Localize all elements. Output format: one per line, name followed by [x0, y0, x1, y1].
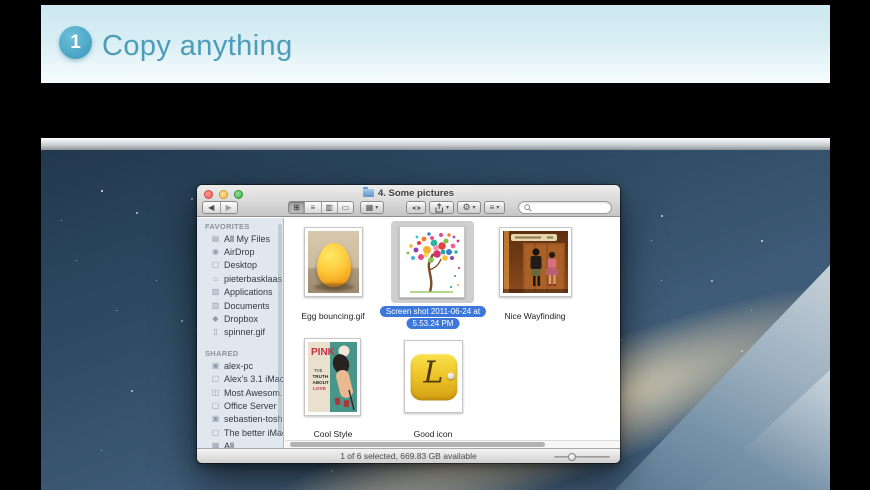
gear-icon: ⚙	[462, 202, 471, 212]
labels-button[interactable]: ≡ ▾	[484, 201, 505, 214]
thumbnail-screenshot	[399, 226, 465, 298]
eye-icon	[411, 205, 421, 210]
sidebar-item-most-awesom[interactable]: ◫ Most Awesom...	[197, 386, 283, 399]
icon-view-button[interactable]: ⊞	[289, 202, 306, 213]
home-icon: ⌂	[213, 273, 218, 283]
server-icon: ▢	[211, 400, 220, 410]
column-view-button[interactable]: ▥	[322, 202, 338, 213]
slide-content: 1 Copy anything 4. Some pictures ◀ ▶ ⊞ ≡…	[41, 0, 830, 490]
sidebar-item-applications[interactable]: ▧ Applications	[197, 286, 283, 299]
file-name: Nice Wayfinding	[504, 311, 566, 321]
sidebar-item-alexs-imac[interactable]: ▢ Alex's 3.1 iMac	[197, 373, 283, 386]
timecapsule-icon: ◫	[211, 387, 220, 397]
stars-decor	[101, 190, 103, 192]
coverflow-view-button[interactable]: ▭	[338, 202, 353, 213]
tree-art-graphic	[406, 232, 461, 293]
sidebar-item-the-better-imac[interactable]: ▢ The better iMac	[197, 426, 283, 439]
labels-icon: ≡	[489, 203, 495, 212]
sidebar-item-home[interactable]: ⌂ pieterbasklaas	[197, 272, 283, 285]
search-icon	[524, 203, 532, 212]
window-title: 4. Some pictures	[197, 187, 620, 199]
icon-size-slider[interactable]	[554, 452, 610, 461]
back-forward-control: ◀ ▶	[202, 201, 238, 214]
screen-bezel	[41, 138, 830, 150]
share-icon	[435, 202, 443, 212]
egg-graphic	[316, 243, 351, 287]
icon-stud	[447, 372, 454, 379]
sidebar-item-all-my-files[interactable]: ▤ All My Files	[197, 232, 283, 245]
shared-pc-icon: ▣	[211, 360, 220, 370]
documents-icon: ▥	[211, 300, 220, 310]
svg-text:TRUTH: TRUTH	[313, 374, 329, 379]
thumbnail-good-icon: L	[404, 340, 463, 413]
slider-track	[554, 456, 610, 458]
slide-title: Copy anything	[102, 30, 293, 62]
svg-text:PINK: PINK	[311, 347, 336, 358]
svg-text:ABOUT: ABOUT	[313, 380, 330, 385]
letter-app-icon: L	[410, 353, 457, 400]
imac-icon: ▢	[211, 427, 220, 437]
horizontal-scrollbar[interactable]	[285, 440, 620, 448]
desktop-icon: ▢	[211, 260, 220, 270]
sidebar-item-alex-pc[interactable]: ▣ alex-pc	[197, 359, 283, 372]
wayfinding-graphic	[503, 231, 568, 293]
desktop-screenshot: 4. Some pictures ◀ ▶ ⊞ ≡ ▥ ▭ ▦ ▾ ▾ ⚙ ▾ ≡…	[41, 138, 830, 490]
svg-text:LOVE: LOVE	[313, 386, 327, 392]
file-name: Cool Style	[313, 429, 353, 439]
action-button[interactable]: ⚙ ▾	[457, 201, 481, 214]
arrange-button[interactable]: ▦ ▾	[360, 201, 384, 214]
sidebar-section-favorites: FAVORITES	[205, 222, 250, 231]
file-icon-view[interactable]: Egg bouncing.gif Screen shot 2011-06-24 …	[285, 218, 620, 440]
file-name: Egg bouncing.gif	[301, 311, 365, 321]
sidebar-item-sebastien-tosh[interactable]: ▣ sebastien-tosh	[197, 413, 283, 426]
slide-header: 1 Copy anything	[41, 5, 830, 83]
file-name-line1: Screen shot 2011-06-24 at	[379, 306, 487, 317]
sidebar-section-shared: SHARED	[205, 349, 239, 359]
sidebar-scrollbar[interactable]	[278, 224, 282, 434]
slider-knob[interactable]	[568, 453, 576, 461]
search-field[interactable]	[518, 201, 612, 214]
shared-pc-icon: ▣	[211, 414, 220, 424]
view-mode-control: ⊞ ≡ ▥ ▭	[288, 201, 354, 214]
folder-icon	[362, 187, 374, 197]
thumbnail-wayfinding	[499, 227, 572, 297]
sidebar-item-desktop[interactable]: ▢ Desktop	[197, 259, 283, 272]
svg-text:THE: THE	[314, 368, 323, 373]
all-my-files-icon: ▤	[211, 233, 220, 243]
thumbnail-egg	[304, 227, 363, 297]
sidebar-item-airdrop[interactable]: ◉ AirDrop	[197, 245, 283, 258]
finder-sidebar: FAVORITES ▤ All My Files ◉ AirDrop ▢ Deskto…	[197, 218, 284, 448]
sidebar-item-documents[interactable]: ▥ Documents	[197, 299, 283, 312]
sidebar-item-office-server[interactable]: ▢ Office Server	[197, 399, 283, 412]
window-titlebar[interactable]: 4. Some pictures ◀ ▶ ⊞ ≡ ▥ ▭ ▦ ▾ ▾ ⚙ ▾ ≡…	[197, 185, 620, 217]
status-bar: 1 of 6 selected, 669.83 GB available	[197, 448, 620, 463]
slide-canvas: 1 Copy anything 4. Some pictures ◀ ▶ ⊞ ≡…	[0, 0, 870, 490]
imac-icon: ▢	[211, 374, 220, 384]
list-view-button[interactable]: ≡	[305, 202, 322, 213]
airdrop-icon: ◉	[212, 247, 219, 257]
album-cover-graphic: PINK THE TRUTH ABOUT LOVE	[308, 342, 357, 412]
sidebar-item-dropbox[interactable]: ◆ Dropbox	[197, 312, 283, 325]
applications-icon: ▧	[211, 287, 220, 297]
finder-window: 4. Some pictures ◀ ▶ ⊞ ≡ ▥ ▭ ▦ ▾ ▾ ⚙ ▾ ≡…	[197, 185, 620, 463]
sidebar-item-all[interactable]: ▦ All...	[197, 439, 283, 448]
forward-button[interactable]: ▶	[221, 202, 238, 213]
file-name: Good icon	[413, 429, 453, 439]
thumbnail-cool-style: PINK THE TRUTH ABOUT LOVE	[304, 338, 361, 416]
file-name-line2: 5.53.24 PM	[406, 318, 460, 329]
share-button[interactable]: ▾	[429, 201, 454, 214]
dropbox-icon: ◆	[212, 314, 219, 324]
back-button[interactable]: ◀	[203, 202, 221, 213]
scrollbar-thumb[interactable]	[290, 442, 545, 447]
sidebar-item-spinner-gif[interactable]: ▯ spinner.gif	[197, 326, 283, 339]
stars-decor-small	[61, 220, 62, 221]
file-icon: ▯	[213, 327, 218, 337]
quicklook-button[interactable]	[406, 201, 426, 214]
step-number-badge: 1	[59, 26, 92, 59]
arrange-icon: ▦	[365, 203, 374, 212]
